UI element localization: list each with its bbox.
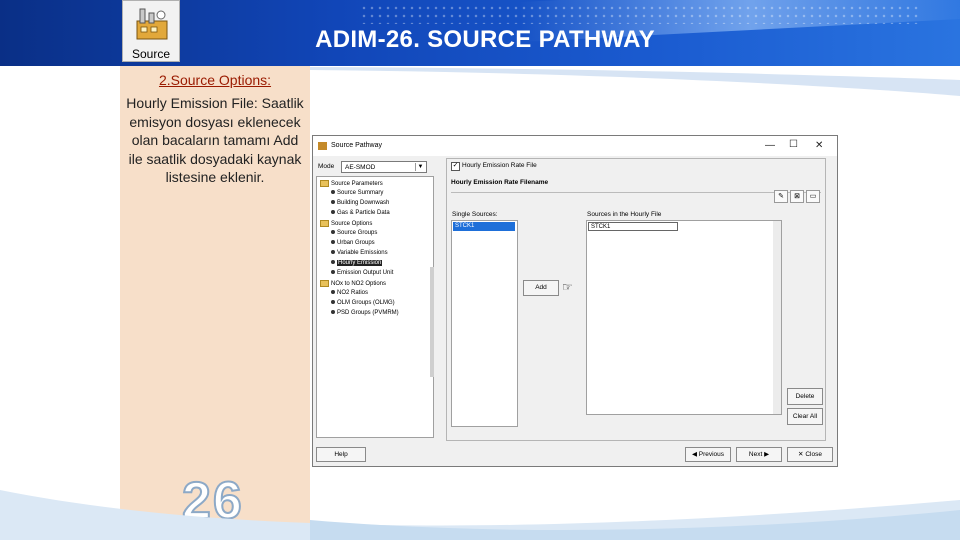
divider (451, 192, 821, 193)
bullet-icon (331, 210, 335, 215)
hourly-sources-list[interactable]: STCK1 (586, 220, 782, 415)
explanation-panel: 2.Source Options: Hourly Emission File: … (120, 66, 310, 540)
logo-label: Source (131, 47, 171, 61)
folder-icon (320, 180, 329, 187)
close-window-icon[interactable]: ✕ (815, 140, 823, 151)
tree-item-emission-output-unit[interactable]: Emission Output Unit (331, 270, 393, 276)
single-sources-label: Single Sources: (452, 211, 498, 218)
slide-title: ADIM-26. SOURCE PATHWAY (315, 26, 655, 53)
previous-button[interactable]: ◀ Previous (685, 447, 731, 462)
bullet-icon (331, 240, 335, 245)
window-titlebar: Source Pathway — ☐ ✕ (313, 136, 837, 156)
window-bottom-bar: Help ◀ Previous Next ▶ ✕ Close (313, 442, 837, 466)
single-source-item[interactable]: STCK1 (453, 222, 515, 231)
tree-item-source-summary[interactable]: Source Summary (331, 190, 383, 196)
add-button[interactable]: Add (523, 280, 559, 296)
source-pathway-window: Source Pathway — ☐ ✕ Mode AE-SMOD ▼ Sour… (312, 135, 838, 467)
bullet-icon (331, 300, 335, 305)
filename-label: Hourly Emission Rate Filename (451, 179, 549, 186)
section-title: 2.Source Options: (158, 72, 272, 88)
tree-item-source-groups[interactable]: Source Groups (331, 230, 377, 236)
section-body: Hourly Emission File: Saatlik emisyon do… (126, 95, 304, 185)
hourly-list-scrollbar[interactable] (773, 221, 781, 414)
tree-scrollbar[interactable] (430, 267, 434, 377)
next-button[interactable]: Next ▶ (736, 447, 782, 462)
chevron-down-icon[interactable]: ▼ (415, 163, 425, 171)
hourly-emission-panel: ✓ Hourly Emission Rate File Hourly Emiss… (446, 158, 826, 441)
tree-folder-nox-options[interactable]: NOx to NO2 Options (320, 280, 386, 287)
single-sources-list[interactable]: STCK1 (451, 220, 518, 427)
tree-folder-source-parameters[interactable]: Source Parameters (320, 180, 383, 187)
mode-select[interactable]: AE-SMOD ▼ (341, 161, 427, 173)
folder-icon (320, 280, 329, 287)
file-icon[interactable]: ⊠ (790, 190, 804, 203)
bullet-icon (331, 310, 335, 315)
tree-item-urban-groups[interactable]: Urban Groups (331, 240, 375, 246)
tree-item-hourly-emission[interactable]: Hourly Emission (331, 260, 383, 266)
bottom-wave-decoration (0, 490, 960, 540)
edit-icon[interactable]: ✎ (774, 190, 788, 203)
source-logo: Source (122, 0, 180, 62)
maximize-icon[interactable]: ☐ (789, 139, 798, 150)
hourly-sources-label: Sources in the Hourly File (587, 211, 662, 218)
delete-button[interactable]: Delete (787, 388, 823, 405)
bullet-icon (331, 260, 335, 265)
navigation-tree[interactable]: Source Parameters Source Summary Buildin… (316, 176, 434, 438)
clear-all-button[interactable]: Clear All (787, 408, 823, 425)
hourly-source-item[interactable]: STCK1 (588, 222, 678, 231)
header-dot-pattern (360, 4, 920, 24)
minimize-icon[interactable]: — (765, 140, 775, 151)
bullet-icon (331, 190, 335, 195)
tree-item-variable-emissions[interactable]: Variable Emissions (331, 250, 388, 256)
open-folder-icon[interactable]: ▭ (806, 190, 820, 203)
tree-item-no2-ratios[interactable]: NO2 Ratios (331, 290, 368, 296)
close-button[interactable]: ✕ Close (787, 447, 833, 462)
tree-item-psd-groups[interactable]: PSD Groups (PVMRM) (331, 310, 399, 316)
hourly-checkbox-label: Hourly Emission Rate File (462, 162, 537, 169)
tree-item-gas-particle-data[interactable]: Gas & Particle Data (331, 210, 390, 216)
hourly-emission-checkbox[interactable]: ✓ (451, 162, 460, 171)
bullet-icon (331, 290, 335, 295)
tree-item-building-downwash[interactable]: Building Downwash (331, 200, 389, 206)
bullet-icon (331, 200, 335, 205)
bullet-icon (331, 250, 335, 255)
previous-arrow-icon: ◀ (691, 451, 699, 458)
next-arrow-icon: ▶ (762, 451, 770, 458)
bullet-icon (331, 270, 335, 275)
bullet-icon (331, 230, 335, 235)
folder-icon (320, 220, 329, 227)
pointing-hand-icon: ☞ (562, 280, 573, 294)
mode-value: AE-SMOD (345, 164, 376, 171)
window-title: Source Pathway (331, 142, 382, 149)
tree-item-olm-groups[interactable]: OLM Groups (OLMG) (331, 300, 395, 306)
window-app-icon (318, 142, 327, 150)
mode-label: Mode (318, 163, 335, 170)
help-button[interactable]: Help (316, 447, 366, 462)
factory-icon (136, 8, 168, 40)
tree-folder-source-options[interactable]: Source Options (320, 220, 372, 227)
